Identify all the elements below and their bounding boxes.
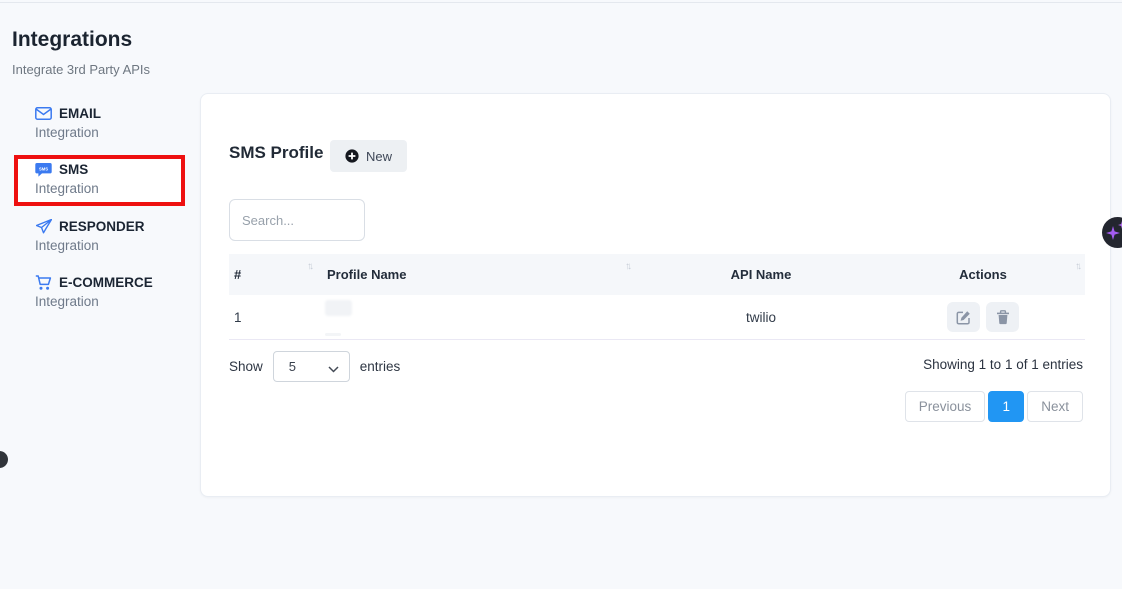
new-button-label: New [366,149,392,164]
new-button[interactable]: New [330,140,407,172]
cell-profile-name [319,295,641,340]
sms-bubble-icon: SMS [35,161,52,178]
edit-pencil-icon [956,310,971,325]
left-edge-floating-button[interactable] [0,451,8,468]
column-header-api-name[interactable]: API Name [641,254,881,295]
page-size-value: 5 [274,359,296,374]
table-row: 1 twilio [229,295,1085,340]
column-header-label: Actions [959,267,1007,282]
cell-actions [881,295,1085,340]
sort-icon[interactable]: ↑↓ [1075,261,1079,272]
delete-button[interactable] [986,302,1019,332]
cart-icon [35,274,52,291]
page-1-button[interactable]: 1 [988,391,1024,422]
envelope-icon [35,105,52,122]
redacted-profile-name [325,300,352,316]
next-page-button[interactable]: Next [1027,391,1083,422]
chevron-down-icon [328,361,339,376]
column-header-index[interactable]: # ↑↓ [229,254,319,295]
card-title: SMS Profile [229,143,323,163]
cell-index: 1 [229,295,319,340]
entries-label: entries [360,359,401,374]
integrations-page: Integrations Integrate 3rd Party APIs EM… [0,0,1122,589]
sidebar-item-sms[interactable]: SMS SMS Integration [12,161,192,196]
column-header-label: API Name [731,267,792,282]
show-label: Show [229,359,263,374]
sidebar-item-label: E-COMMERCE [59,275,153,290]
sidebar-item-sub: Integration [12,238,192,253]
sidebar-item-sub: Integration [12,181,192,196]
top-divider [0,2,1122,3]
sidebar-item-responder[interactable]: RESPONDER Integration [12,218,192,253]
page-title: Integrations [12,28,132,52]
sidebar-item-email[interactable]: EMAIL Integration [12,105,192,140]
column-header-actions[interactable]: Actions ↑↓ [881,254,1085,295]
pagination: Previous 1 Next [905,391,1083,422]
cell-api-name: twilio [641,295,881,340]
column-header-label: Profile Name [327,267,406,282]
previous-page-button[interactable]: Previous [905,391,986,422]
trash-icon [996,310,1010,325]
table-header-row: # ↑↓ Profile Name ↑↓ API Name Actions ↑↓ [229,254,1085,295]
sms-profile-table: # ↑↓ Profile Name ↑↓ API Name Actions ↑↓… [229,254,1085,340]
column-header-profile-name[interactable]: Profile Name ↑↓ [319,254,641,295]
edit-button[interactable] [947,302,980,332]
page-subtitle: Integrate 3rd Party APIs [12,62,150,77]
paper-plane-icon [35,218,52,235]
sidebar-item-label: RESPONDER [59,219,145,234]
page-size-select[interactable]: 5 [273,351,350,382]
sort-icon[interactable]: ↑↓ [625,261,629,272]
sidebar-item-sub: Integration [12,125,192,140]
sms-profile-card: SMS Profile New # ↑↓ Profile Name ↑↓ API… [200,93,1111,497]
sidebar-item-label: EMAIL [59,106,101,121]
showing-entries-text: Showing 1 to 1 of 1 entries [923,357,1083,372]
sort-icon[interactable]: ↑↓ [307,261,311,272]
redacted-profile-name-smudge [325,333,341,336]
svg-text:SMS: SMS [39,166,48,171]
page-size-control: Show 5 entries [229,351,400,382]
plus-circle-icon [345,149,359,163]
sidebar-item-sub: Integration [12,294,192,309]
sidebar-item-ecommerce[interactable]: E-COMMERCE Integration [12,274,192,309]
sidebar-item-label: SMS [59,162,88,177]
column-header-label: # [234,267,241,282]
search-input[interactable] [229,199,365,241]
